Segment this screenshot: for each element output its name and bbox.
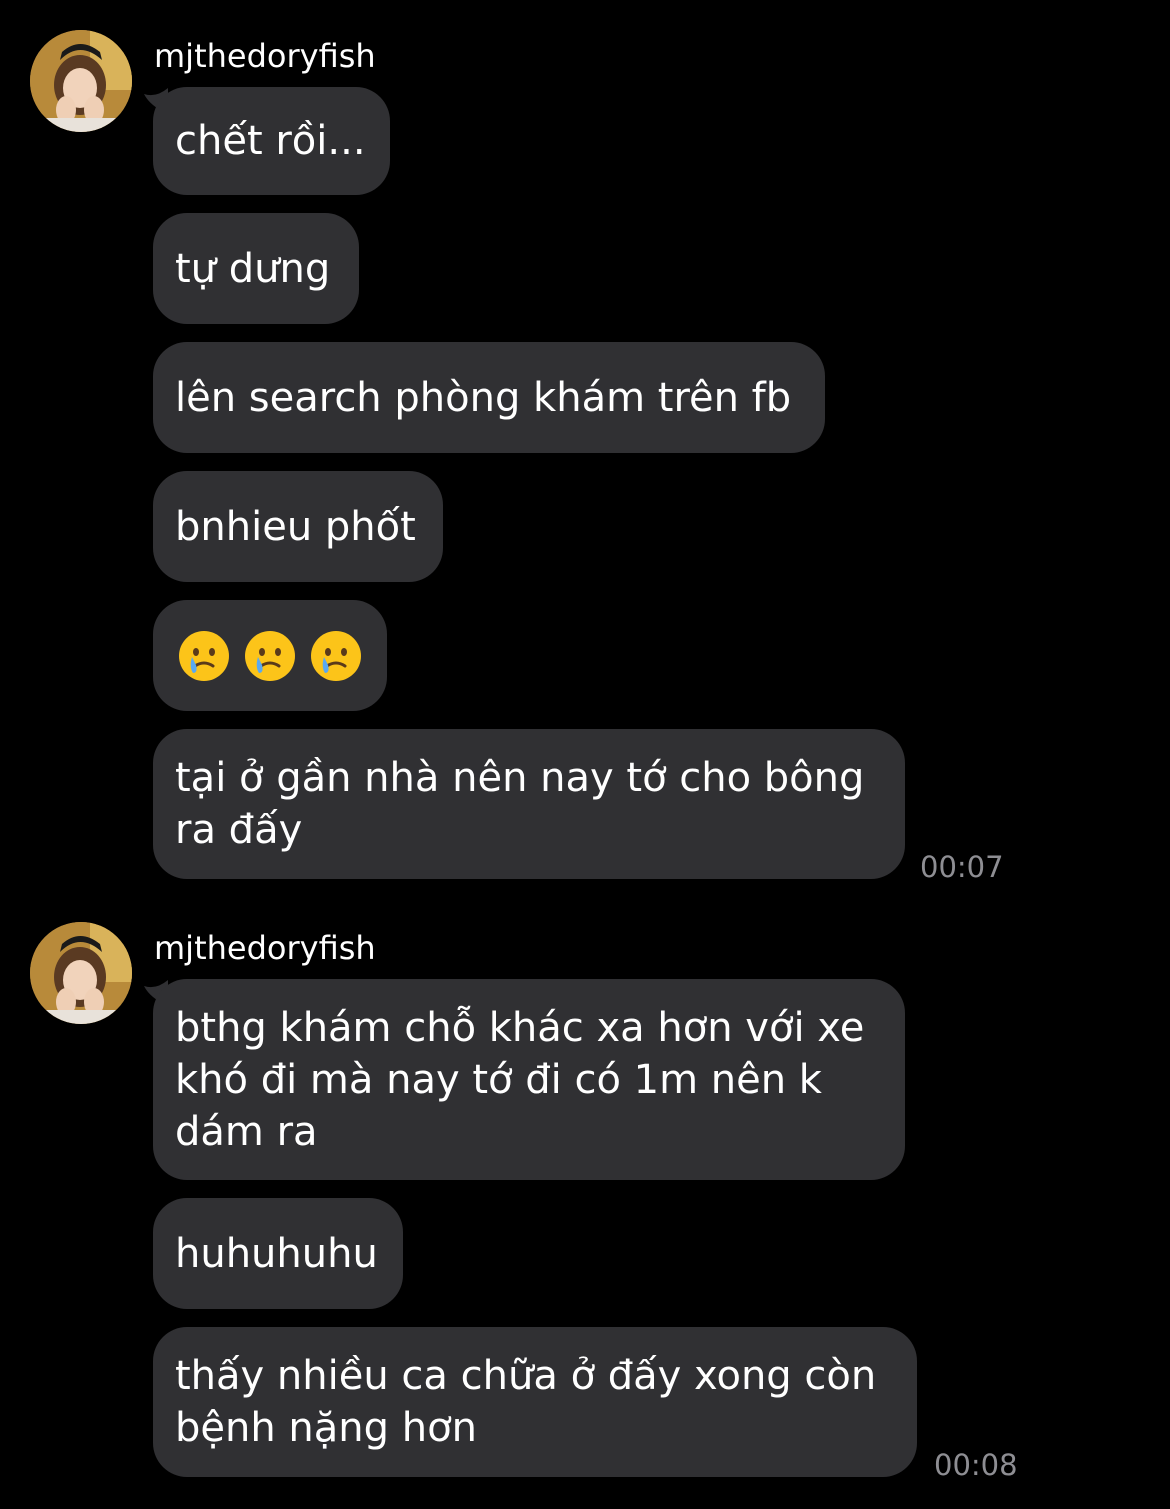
- message-bubble[interactable]: tại ở gần nhà nên nay tớ cho bông ra đấy: [153, 729, 905, 879]
- message-text: bthg khám chỗ khác xa hơn với xe khó đi …: [175, 1004, 878, 1155]
- message-text: tự dưng: [175, 245, 331, 292]
- message-text: tại ở gần nhà nên nay tớ cho bông ra đấy: [175, 755, 878, 853]
- message-timestamp: 00:07: [920, 850, 1004, 884]
- crying-smile-emoji: [245, 630, 295, 681]
- avatar[interactable]: [30, 922, 132, 1024]
- avatar[interactable]: [30, 30, 132, 132]
- crying-smile-emoji: [311, 630, 361, 681]
- message-bubble[interactable]: huhuhuhu: [153, 1198, 403, 1309]
- message-bubble[interactable]: lên search phòng khám trên fb: [153, 342, 825, 453]
- message-text: chết rồi...: [175, 118, 366, 164]
- message-bubble[interactable]: bthg khám chỗ khác xa hơn với xe khó đi …: [153, 979, 905, 1180]
- message-text: bnhieu phốt: [175, 503, 416, 550]
- emoji-message-bubble[interactable]: [153, 600, 387, 711]
- message-bubble[interactable]: thấy nhiều ca chữa ở đấy xong còn bệnh n…: [153, 1327, 917, 1477]
- message-text: huhuhuhu: [175, 1230, 378, 1277]
- message-text: lên search phòng khám trên fb: [175, 374, 792, 421]
- message-bubble[interactable]: bnhieu phốt: [153, 471, 443, 582]
- message-text: thấy nhiều ca chữa ở đấy xong còn bệnh n…: [175, 1353, 889, 1451]
- sender-name[interactable]: mjthedoryfish: [154, 36, 376, 76]
- message-timestamp: 00:08: [934, 1448, 1018, 1482]
- crying-smile-emoji: [179, 630, 229, 681]
- sender-name[interactable]: mjthedoryfish: [154, 928, 376, 968]
- message-bubble[interactable]: tự dưng: [153, 213, 359, 324]
- message-bubble[interactable]: chết rồi...: [153, 87, 390, 195]
